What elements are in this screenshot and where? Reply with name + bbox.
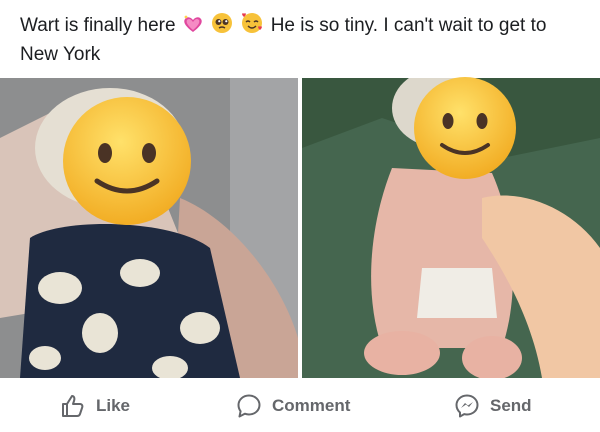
- send-button[interactable]: Send: [454, 390, 532, 422]
- like-label: Like: [96, 396, 131, 415]
- smiley-face-icon: [63, 97, 191, 225]
- smiley-face-icon: [414, 77, 516, 179]
- smiling-face-with-hearts-icon: [240, 12, 264, 42]
- like-button[interactable]: Like: [60, 390, 130, 422]
- caption-text-part1: Wart is finally here: [20, 15, 176, 36]
- photo-grid: [0, 77, 600, 378]
- post-action-bar: Like Comment Send: [0, 384, 600, 428]
- comment-label: Comment: [272, 396, 351, 415]
- comment-button[interactable]: Comment: [236, 390, 350, 422]
- sparkling-heart-icon: [182, 14, 204, 42]
- send-label: Send: [490, 396, 532, 415]
- thumbs-up-icon: [60, 393, 86, 419]
- speech-bubble-icon: [236, 393, 262, 419]
- pleading-face-icon: [211, 12, 233, 42]
- messenger-icon: [454, 393, 480, 419]
- post-caption: Wart is finally here He is so tiny. I ca…: [20, 12, 580, 68]
